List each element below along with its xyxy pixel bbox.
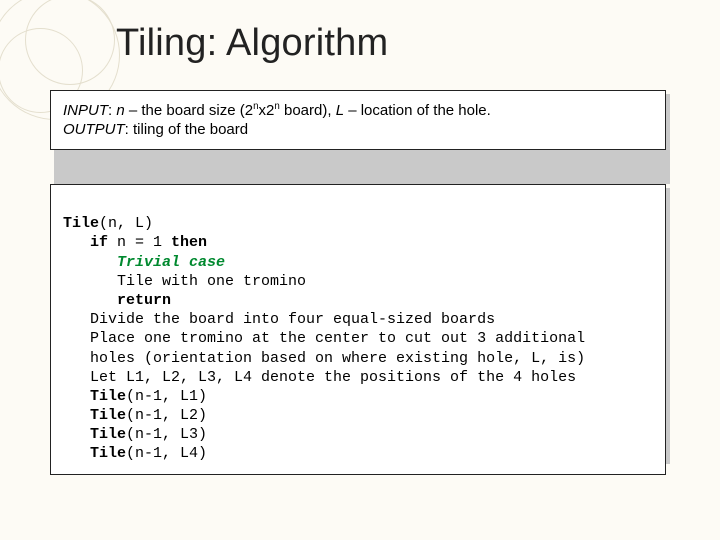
spec-panel: INPUT: n – the board size (2nx2n board),… [50,90,666,150]
code-kw-then: then [171,234,207,251]
input-label: INPUT [63,102,108,119]
code-kw-if: if [90,234,108,251]
input-var-n: n [116,102,124,119]
code-l4: Tile with one tromino [117,273,306,290]
code-comment-trivial: Trivial case [117,254,225,271]
input-text-rest: – location of the hole. [344,102,491,119]
code-kw-tile: Tile [63,215,99,232]
code-l11b: (n-1, L2) [126,407,207,424]
input-var-l: L [336,102,344,119]
code-l13b: (n-1, L4) [126,445,207,462]
code-kw-tile-4: Tile [90,445,126,462]
code-l9: Let L1, L2, L3, L4 denote the positions … [90,369,576,386]
output-text: : tiling of the board [125,121,248,138]
spec-input-line: INPUT: n – the board size (2nx2n board),… [63,101,653,120]
spec-output-line: OUTPUT: tiling of the board [63,120,653,139]
code-l7: Place one tromino at the center to cut o… [90,330,585,347]
code-kw-return: return [117,292,171,309]
slide-title: Tiling: Algorithm [116,22,388,65]
code-kw-tile-1: Tile [90,388,126,405]
code-kw-tile-3: Tile [90,426,126,443]
code-l2b: n = 1 [108,234,171,251]
input-text-1: – the board size (2 [125,102,253,119]
code-kw-tile-2: Tile [90,407,126,424]
code-l1b: (n, L) [99,215,153,232]
code-l6: Divide the board into four equal-sized b… [90,311,495,328]
code-panel: Tile(n, L) if n = 1 then Trivial case Ti… [50,184,666,475]
input-text-x: x2 [259,102,275,119]
output-label: OUTPUT [63,121,125,138]
code-l10b: (n-1, L1) [126,388,207,405]
code-l12b: (n-1, L3) [126,426,207,443]
input-text-board: board), [280,102,336,119]
code-l8: holes (orientation based on where existi… [90,350,585,367]
